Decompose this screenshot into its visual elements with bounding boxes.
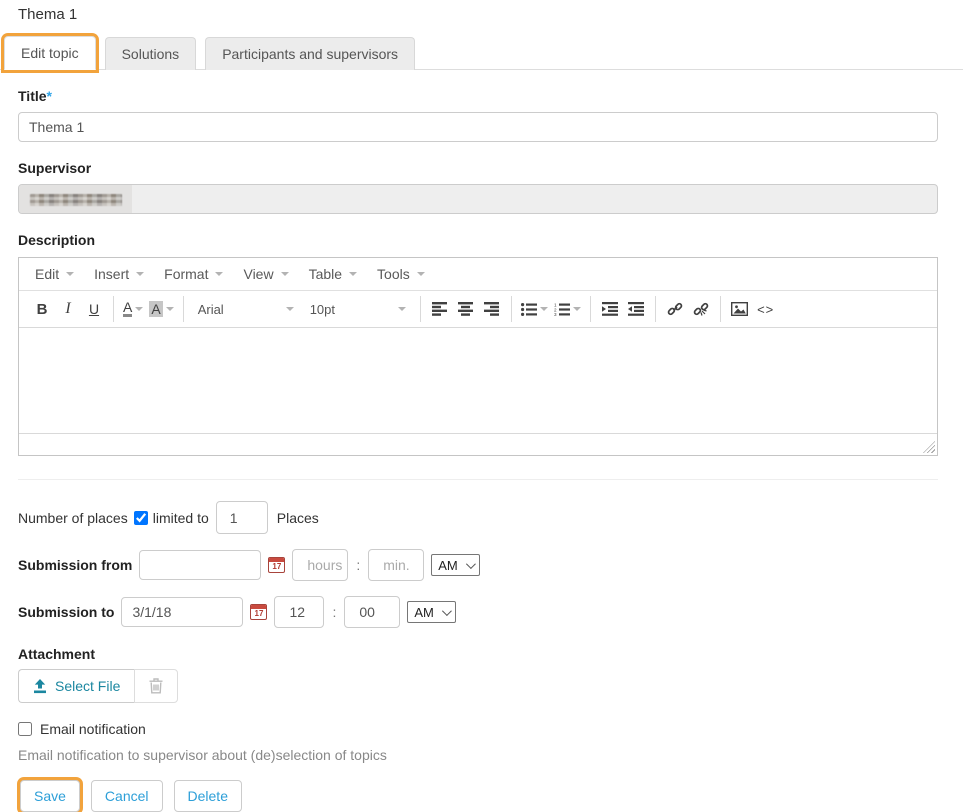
editor-content-area[interactable]: [19, 328, 937, 433]
chevron-down-icon: [166, 307, 174, 311]
email-notification-checkbox[interactable]: [18, 722, 32, 736]
chevron-down-icon: [136, 272, 144, 276]
calendar-icon[interactable]: 17: [250, 604, 267, 620]
menu-tools[interactable]: Tools: [367, 260, 435, 288]
attachment-button-group: Select File: [18, 669, 178, 703]
align-center-icon[interactable]: [453, 296, 479, 322]
select-file-button[interactable]: Select File: [18, 669, 134, 703]
chevron-down-icon: [349, 272, 357, 276]
tab-edit-topic[interactable]: Edit topic: [4, 36, 96, 70]
align-left-icon[interactable]: [427, 296, 453, 322]
align-right-icon[interactable]: [479, 296, 505, 322]
font-size-select[interactable]: 10pt: [302, 296, 414, 322]
editor-toolbar: B I U A A Arial 10pt: [19, 291, 937, 328]
redaction-patch: [19, 185, 132, 213]
submission-to-label: Submission to: [18, 604, 114, 620]
submission-from-hours-input[interactable]: [292, 549, 348, 581]
italic-button[interactable]: I: [55, 296, 81, 322]
chevron-down-icon: [66, 272, 74, 276]
outdent-icon[interactable]: [623, 296, 649, 322]
menu-view[interactable]: View: [233, 260, 298, 288]
places-count-input[interactable]: [216, 501, 268, 534]
chevron-down-icon: [573, 307, 581, 311]
tab-bar: Edit topic Solutions Participants and su…: [0, 36, 963, 70]
supervisor-input-disabled: [18, 184, 938, 214]
menu-table[interactable]: Table: [299, 260, 367, 288]
description-label: Description: [18, 232, 938, 248]
edit-topic-page: Thema 1 Edit topic Solutions Participant…: [0, 6, 963, 812]
indent-icon[interactable]: [597, 296, 623, 322]
cancel-button[interactable]: Cancel: [91, 780, 163, 812]
menu-edit[interactable]: Edit: [25, 260, 84, 288]
delete-button[interactable]: Delete: [174, 780, 242, 812]
required-asterisk: *: [47, 88, 52, 104]
submission-to-meridiem-select[interactable]: AM: [407, 601, 456, 623]
delete-attachment-button-disabled: [134, 669, 178, 703]
text-color-button[interactable]: A: [120, 296, 146, 322]
chevron-down-icon: [466, 559, 476, 569]
menu-format[interactable]: Format: [154, 260, 233, 288]
bullet-list-button[interactable]: [518, 296, 551, 322]
save-button[interactable]: Save: [20, 780, 80, 812]
attachment-label: Attachment: [18, 646, 938, 662]
editor-statusbar: [19, 433, 937, 455]
submission-from-meridiem-select[interactable]: AM: [431, 554, 480, 576]
title-input[interactable]: [18, 112, 938, 142]
limited-checkbox[interactable]: [134, 511, 148, 525]
tab-participants-and-supervisors[interactable]: Participants and supervisors: [205, 37, 415, 70]
editor-menubar: Edit Insert Format View Table Tools: [19, 258, 937, 291]
tab-solutions[interactable]: Solutions: [105, 37, 197, 70]
places-suffix-label: Places: [277, 510, 319, 526]
time-separator: :: [355, 557, 361, 573]
chevron-down-icon: [281, 272, 289, 276]
menu-insert[interactable]: Insert: [84, 260, 154, 288]
calendar-icon[interactable]: 17: [268, 557, 285, 573]
font-family-select[interactable]: Arial: [190, 296, 302, 322]
limited-to-label: limited to: [153, 510, 209, 526]
submission-to-date-input[interactable]: [121, 597, 243, 627]
email-notification-help-text: Email notification to supervisor about (…: [18, 747, 963, 763]
resize-handle[interactable]: [923, 441, 935, 453]
trash-icon: [149, 678, 163, 694]
number-of-places-label: Number of places: [18, 510, 128, 526]
numbered-list-button[interactable]: 123: [551, 296, 584, 322]
chevron-down-icon: [540, 307, 548, 311]
submission-from-date-input[interactable]: [139, 550, 261, 580]
chevron-down-icon: [442, 606, 452, 616]
submission-from-minutes-input[interactable]: [368, 549, 424, 581]
rich-text-editor: Edit Insert Format View Table Tools B I …: [18, 257, 938, 456]
remove-link-icon[interactable]: [688, 296, 714, 322]
insert-image-icon[interactable]: [727, 296, 753, 322]
email-notification-row: Email notification: [18, 721, 963, 737]
submission-from-label: Submission from: [18, 557, 132, 573]
action-buttons: Save Cancel Delete: [20, 780, 963, 812]
email-notification-label: Email notification: [40, 721, 146, 737]
time-separator: :: [331, 604, 337, 620]
insert-link-icon[interactable]: [662, 296, 688, 322]
background-color-button[interactable]: A: [146, 296, 176, 322]
redacted-supervisor-name: [30, 194, 122, 206]
svg-text:3: 3: [554, 312, 557, 316]
chevron-down-icon: [286, 307, 294, 311]
bold-button[interactable]: B: [29, 296, 55, 322]
supervisor-label: Supervisor: [18, 160, 938, 176]
submission-to-minutes-input[interactable]: [344, 596, 400, 628]
submission-to-row: Submission to 17 : AM: [18, 596, 963, 628]
title-label: Title*: [18, 88, 938, 104]
underline-button[interactable]: U: [81, 296, 107, 322]
chevron-down-icon: [417, 272, 425, 276]
section-divider: [18, 479, 938, 480]
submission-to-hours-input[interactable]: [274, 596, 324, 628]
chevron-down-icon: [135, 307, 143, 311]
chevron-down-icon: [398, 307, 406, 311]
source-code-icon[interactable]: <>: [753, 296, 779, 322]
submission-from-row: Submission from 17 : AM: [18, 549, 963, 581]
number-of-places-row: Number of places limited to Places: [18, 501, 963, 534]
chevron-down-icon: [215, 272, 223, 276]
page-title: Thema 1: [18, 6, 963, 23]
upload-icon: [33, 679, 47, 694]
